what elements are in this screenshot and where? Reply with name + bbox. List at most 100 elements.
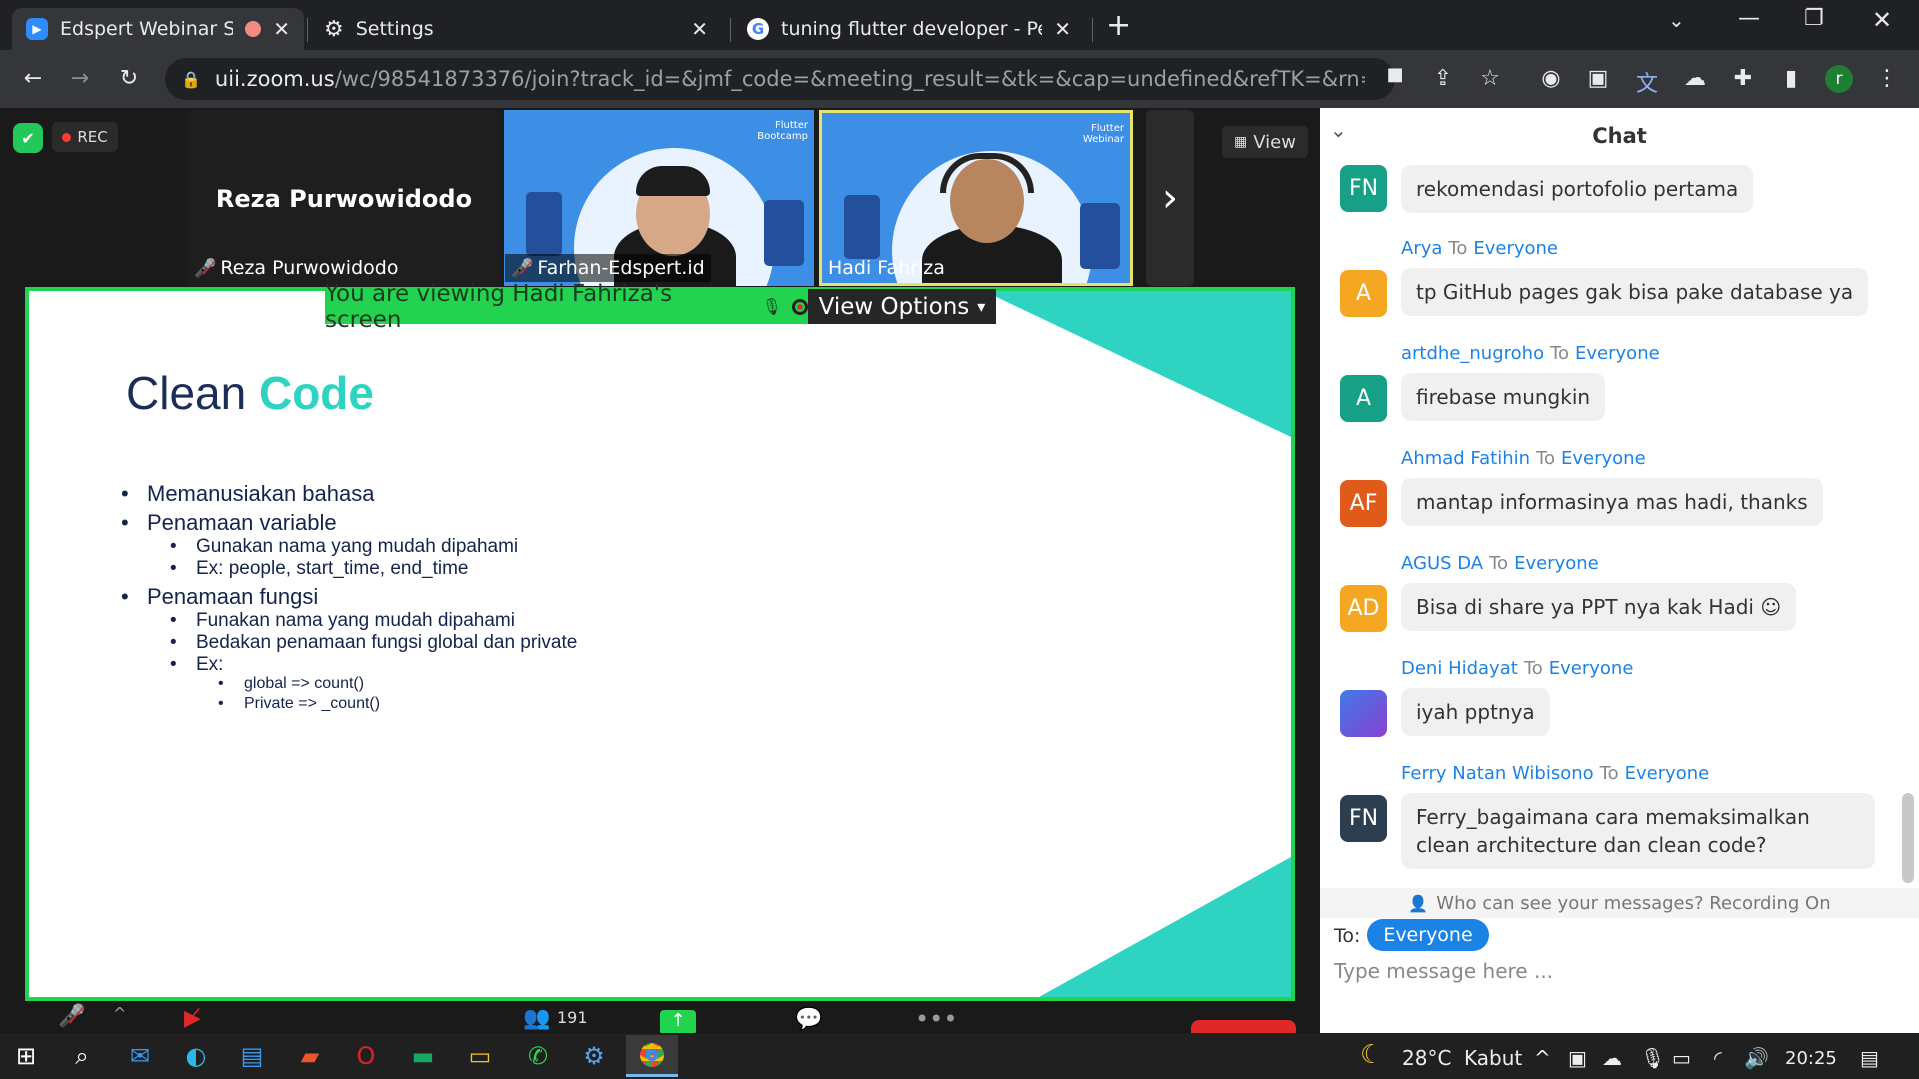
opera-icon[interactable]: O (340, 1035, 392, 1077)
chat-bubble[interactable]: rekomendasi portofolio pertama (1401, 165, 1754, 213)
menu-kebab-icon[interactable]: ⋮ (1870, 66, 1904, 91)
steam-icon[interactable]: ⚙ (568, 1035, 620, 1077)
close-tab-icon[interactable]: ✕ (691, 17, 708, 41)
edge-icon[interactable]: ◐ (170, 1035, 222, 1077)
share-icon[interactable]: ⇪ (1426, 66, 1460, 91)
forward-icon[interactable]: → (63, 66, 97, 91)
minimize-icon[interactable]: — (1738, 6, 1760, 31)
weather-temp[interactable]: 28°C (1402, 1046, 1451, 1070)
bullet-level3: • global => count() (218, 675, 365, 692)
recipient-name: Everyone (1473, 238, 1559, 259)
shared-screen[interactable]: Clean Code • Memanusiakan bahasa • Penamaa… (25, 287, 1295, 1001)
onedrive-icon[interactable]: ☁ (1602, 1046, 1622, 1070)
close-window-icon[interactable]: ✕ (1872, 6, 1892, 34)
participant-label-text: Farhan-Edspert.id (537, 257, 705, 279)
tab-settings[interactable]: ⚙ Settings ✕ (310, 8, 722, 50)
chat-meta: AGUS DA To Everyone (1401, 553, 1599, 574)
chat-meta: artdhe_nugroho To Everyone (1401, 343, 1660, 364)
search-icon[interactable]: ⌕ (56, 1035, 108, 1077)
weather-desc[interactable]: Kabut (1464, 1046, 1522, 1070)
office-icon[interactable]: ▰ (284, 1035, 336, 1077)
encryption-shield-icon[interactable]: ✔ (13, 123, 43, 153)
sender-name[interactable]: Arya (1401, 238, 1442, 259)
clock[interactable]: 20:25 (1785, 1048, 1837, 1069)
bookmark-star-icon[interactable]: ☆ (1473, 66, 1507, 91)
close-tab-icon[interactable]: ✕ (273, 17, 290, 41)
restore-icon[interactable]: ❐ (1804, 6, 1824, 31)
backdrop-phone-graphic (526, 192, 562, 256)
recipient-name: Everyone (1548, 658, 1634, 679)
mail-icon[interactable]: ✉ (114, 1035, 166, 1077)
bullet-text: Penamaan fungsi (147, 584, 319, 609)
close-tab-icon[interactable]: ✕ (1054, 17, 1071, 41)
chevron-up-icon[interactable]: ^ (1534, 1046, 1551, 1070)
windows-start-icon[interactable]: ⊞ (0, 1035, 52, 1077)
backdrop-phone-graphic (764, 200, 804, 266)
extensions-puzzle-icon[interactable]: ✚ (1726, 66, 1760, 91)
participants-icon[interactable]: 👥 (523, 1006, 550, 1031)
extension-ublock-icon[interactable]: ◉ (1534, 66, 1568, 91)
next-page-chevron-icon[interactable]: › (1146, 110, 1194, 286)
camera-blocked-icon[interactable]: ■ (1378, 64, 1412, 85)
privacy-notice[interactable]: 👤 Who can see your messages? Recording O… (1320, 888, 1919, 918)
whatsapp-icon[interactable]: ✆ (512, 1035, 564, 1077)
store-icon[interactable]: ▤ (226, 1035, 278, 1077)
sender-name[interactable]: artdhe_nugroho (1401, 343, 1544, 364)
sender-name[interactable]: AGUS DA (1401, 553, 1483, 574)
extension-cloud-icon[interactable]: ☁ (1678, 66, 1712, 91)
tab-separator (307, 18, 308, 42)
chat-scrollbar[interactable] (1902, 793, 1914, 883)
back-icon[interactable]: ← (16, 66, 50, 91)
mic-icon: 🎙 (761, 297, 783, 316)
chat-icon[interactable]: 💬 (795, 1007, 822, 1032)
file-explorer-icon[interactable]: ▭ (454, 1035, 506, 1077)
view-options-dropdown[interactable]: View Options ▾ (808, 289, 996, 324)
sender-name[interactable]: Ahmad Fatihin (1401, 448, 1530, 469)
wifi-icon[interactable]: ◜ (1714, 1046, 1722, 1070)
profile-avatar[interactable]: r (1825, 65, 1853, 93)
meet-now-icon[interactable]: ▣ (1568, 1046, 1587, 1070)
bullet-text: Funakan nama yang mudah dipahami (196, 610, 515, 631)
view-button[interactable]: ▦ View (1222, 126, 1308, 158)
chat-bubble[interactable]: iyah pptnya (1401, 688, 1550, 736)
chat-title: Chat (1592, 124, 1647, 148)
sender-name[interactable]: Deni Hidayat (1401, 658, 1518, 679)
chat-bubble[interactable]: Bisa di share ya PPT nya kak Hadi ☺ (1401, 583, 1797, 631)
to-label: To: (1334, 925, 1361, 947)
address-bar[interactable]: 🔒 uii.zoom.us/wc/98541873376/join?track_… (165, 58, 1395, 100)
chat-bubble[interactable]: firebase mungkin (1401, 373, 1606, 421)
chat-bubble[interactable]: tp GitHub pages gak bisa pake database y… (1401, 268, 1869, 316)
recipient-name: Everyone (1561, 448, 1646, 469)
chat-bubble[interactable]: mantap informasinya mas hadi, thanks (1401, 478, 1823, 526)
tab-google-search[interactable]: G tuning flutter developer - Penelusuran… (733, 8, 1085, 50)
bullet-level2: • Ex: people, start_time, end_time (170, 558, 469, 579)
chat-message-input[interactable] (1334, 955, 1894, 987)
volume-icon[interactable]: 🔊 (1744, 1046, 1769, 1070)
tab-search-icon[interactable]: ⌄ (1668, 8, 1685, 32)
new-tab-button[interactable]: + (1106, 8, 1131, 43)
unmute-mic-icon[interactable]: 🎤̸ (58, 1004, 85, 1029)
tab-zoom-webinar[interactable]: ▶ Edspert Webinar Series: Making ✕ (12, 8, 304, 50)
translate-icon[interactable]: 文 (1630, 66, 1664, 98)
recording-indicator-icon (245, 21, 262, 37)
recipient-select[interactable]: Everyone (1367, 919, 1489, 951)
weather-icon[interactable]: ☾ (1360, 1040, 1383, 1070)
chat-bubble[interactable]: Ferry_bagaimana cara memaksimalkan clean… (1401, 793, 1875, 869)
sender-name[interactable]: Ferry Natan Wibisono (1401, 763, 1594, 784)
avatar: FN (1340, 165, 1387, 212)
share-screen-icon[interactable]: ↑ (660, 1010, 696, 1035)
side-panel-icon[interactable]: ▮ (1774, 66, 1808, 91)
bullet-text: Bedakan penamaan fungsi global dan priva… (196, 632, 578, 653)
audio-options-chevron-icon[interactable]: ^ (113, 1004, 126, 1023)
avatar: FN (1340, 795, 1387, 842)
app-icon[interactable]: ▬ (397, 1035, 449, 1077)
more-icon[interactable]: ••• (915, 1005, 957, 1033)
reload-icon[interactable]: ↻ (112, 66, 146, 91)
start-video-icon[interactable]: ▶̸ (184, 1006, 201, 1031)
notifications-icon[interactable]: ▤ (1860, 1046, 1879, 1070)
battery-icon[interactable]: ▭ (1672, 1046, 1691, 1070)
extension-window-icon[interactable]: ▣ (1581, 66, 1615, 91)
chrome-icon[interactable] (626, 1035, 678, 1077)
to-word: To (1599, 763, 1619, 784)
mic-icon[interactable]: 🎙 (1640, 1046, 1665, 1070)
